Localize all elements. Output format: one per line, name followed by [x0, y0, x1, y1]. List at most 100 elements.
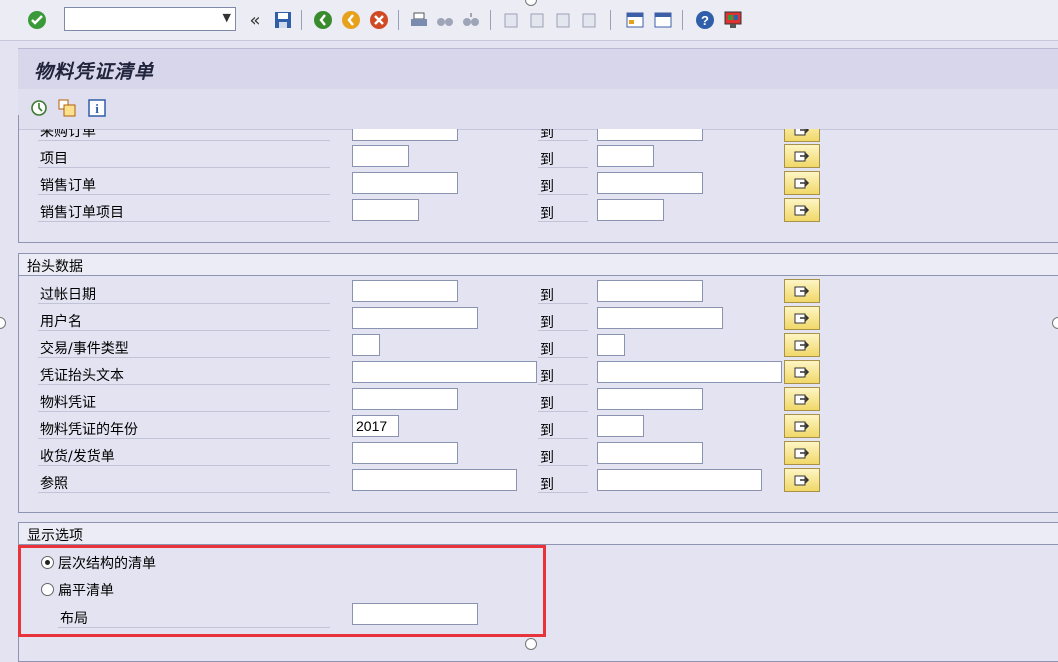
resize-handle: [1052, 317, 1058, 329]
sales-order-item-from-field[interactable]: [352, 199, 419, 221]
material-document-to-field[interactable]: [597, 388, 703, 410]
prev-page-icon[interactable]: [526, 9, 548, 31]
row-label: 交易/事件类型: [38, 335, 330, 358]
doc-header-text-label: 凭证抬头文本: [40, 368, 124, 384]
to-label: 到: [538, 308, 588, 331]
exit-icon[interactable]: [340, 9, 362, 31]
arrow-right-icon: [794, 205, 810, 216]
arrow-right-icon: [794, 448, 810, 459]
row-label: 物料凭证: [38, 389, 330, 412]
multiple-selection-button[interactable]: [784, 441, 820, 465]
material-document-label: 物料凭证: [40, 395, 96, 411]
command-field[interactable]: ▼: [64, 7, 236, 31]
to-text: 到: [540, 179, 554, 195]
to-label: 到: [538, 389, 588, 412]
new-session-icon[interactable]: [624, 9, 646, 31]
print-icon[interactable]: [408, 9, 430, 31]
goods-receipt-slip-from-field[interactable]: [352, 442, 458, 464]
material-doc-year-from-field[interactable]: 2017: [352, 415, 399, 437]
item-label: 项目: [40, 151, 68, 167]
svg-text:?: ?: [701, 13, 709, 28]
sales-order-item-to-field[interactable]: [597, 199, 664, 221]
multiple-selection-button[interactable]: [784, 414, 820, 438]
arrow-right-icon: [794, 421, 810, 432]
sales-order-item-label: 销售订单项目: [40, 205, 124, 221]
find-next-icon[interactable]: [460, 9, 482, 31]
posting-date-from-field[interactable]: [352, 280, 458, 302]
row-label: 物料凭证的年份: [38, 416, 330, 439]
first-page-icon[interactable]: [500, 9, 522, 31]
item-to-field[interactable]: [597, 145, 654, 167]
to-label: 到: [538, 443, 588, 466]
multiple-selection-button[interactable]: [784, 306, 820, 330]
to-text: 到: [540, 396, 554, 412]
to-text: 到: [540, 369, 554, 385]
shortcut-icon[interactable]: [652, 9, 674, 31]
goods-receipt-slip-label: 收货/发货单: [40, 449, 115, 465]
last-page-icon[interactable]: [578, 9, 600, 31]
multiple-selection-button[interactable]: [784, 468, 820, 492]
check-icon[interactable]: [26, 9, 48, 31]
to-text: 到: [540, 206, 554, 222]
customize-layout-icon[interactable]: [722, 9, 744, 31]
reference-from-field[interactable]: [352, 469, 517, 491]
posting-date-label: 过帐日期: [40, 287, 96, 303]
purchase-order-from-field[interactable]: [352, 129, 458, 141]
arrow-right-icon: [794, 394, 810, 405]
multiple-selection-button[interactable]: [784, 387, 820, 411]
row-label: 收货/发货单: [38, 443, 330, 466]
multiple-selection-button[interactable]: [784, 129, 820, 142]
next-page-icon[interactable]: [552, 9, 574, 31]
group-title-bar: 显示选项: [19, 523, 1058, 545]
transaction-type-to-field[interactable]: [597, 334, 625, 356]
arrow-right-icon: [794, 313, 810, 324]
to-text: 到: [540, 288, 554, 304]
title-bar: 物料凭证清单: [18, 48, 1058, 90]
user-name-to-field[interactable]: [597, 307, 723, 329]
multiple-selection-button[interactable]: [784, 198, 820, 222]
posting-date-to-field[interactable]: [597, 280, 703, 302]
save-icon[interactable]: [272, 9, 294, 31]
help-icon[interactable]: ?: [694, 9, 716, 31]
doc-header-text-to-field[interactable]: [597, 361, 782, 383]
transaction-type-from-field[interactable]: [352, 334, 380, 356]
to-text: 到: [540, 342, 554, 358]
multiple-selection-button[interactable]: [784, 144, 820, 168]
reference-to-field[interactable]: [597, 469, 762, 491]
to-text: 到: [540, 129, 554, 141]
item-from-field[interactable]: [352, 145, 409, 167]
header-data-title: 抬头数据: [27, 259, 83, 275]
row-label: 销售订单: [38, 172, 330, 195]
find-icon[interactable]: [434, 9, 456, 31]
dropdown-arrow-icon[interactable]: ▼: [223, 11, 231, 24]
row-label: 凭证抬头文本: [38, 362, 330, 385]
sales-order-from-field[interactable]: [352, 172, 458, 194]
sales-order-to-field[interactable]: [597, 172, 703, 194]
material-doc-year-to-field[interactable]: [597, 415, 644, 437]
to-label: 到: [538, 129, 588, 141]
highlight-frame: [18, 545, 546, 637]
cancel-icon[interactable]: [368, 9, 390, 31]
to-label: 到: [538, 199, 588, 222]
to-text: 到: [540, 477, 554, 493]
material-document-from-field[interactable]: [352, 388, 458, 410]
user-name-from-field[interactable]: [352, 307, 478, 329]
multiple-selection-button[interactable]: [784, 333, 820, 357]
arrow-right-icon: [794, 367, 810, 378]
purchase-order-to-field[interactable]: [597, 129, 703, 141]
back-icon[interactable]: [312, 9, 334, 31]
svg-text:i: i: [95, 101, 99, 116]
to-text: 到: [540, 152, 554, 168]
doc-header-text-from-field[interactable]: [352, 361, 537, 383]
row-label: 用户名: [38, 308, 330, 331]
row-label: 参照: [38, 470, 330, 493]
multiple-selection-button[interactable]: [784, 279, 820, 303]
to-label: 到: [538, 416, 588, 439]
multiple-selection-button[interactable]: [784, 360, 820, 384]
reference-label: 参照: [40, 476, 68, 492]
multiple-selection-button[interactable]: [784, 171, 820, 195]
arrow-right-icon: [794, 340, 810, 351]
to-label: 到: [538, 470, 588, 493]
back-nav-icon[interactable]: «: [244, 9, 266, 31]
goods-receipt-slip-to-field[interactable]: [597, 442, 703, 464]
